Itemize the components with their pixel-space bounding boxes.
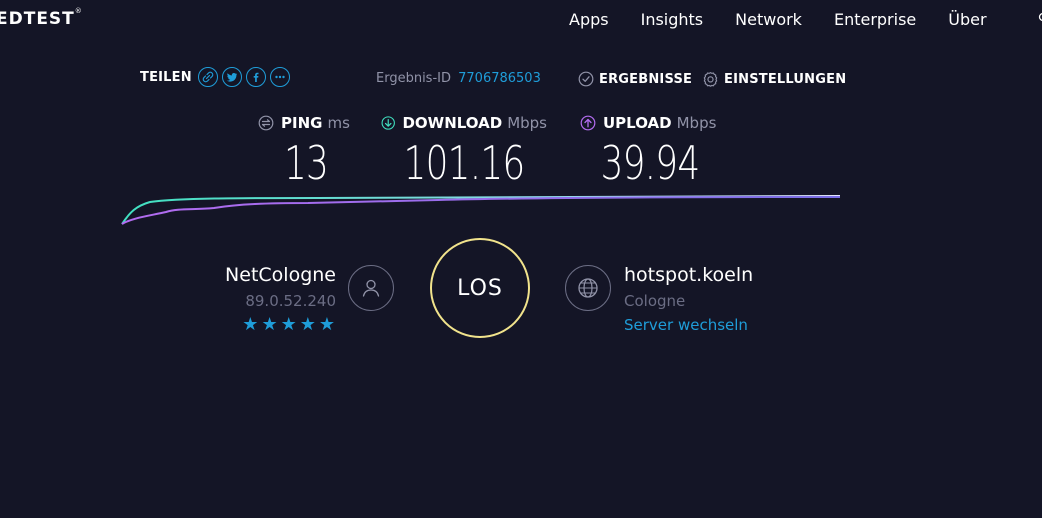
isp-info: NetCologne 89.0.52.240 ★ ★ ★ ★ ★: [225, 264, 336, 335]
star-icon[interactable]: ★: [261, 314, 278, 335]
result-id-value[interactable]: 7706786503: [458, 71, 541, 86]
twitter-icon[interactable]: [221, 67, 242, 87]
upload-unit: Mbps: [676, 114, 717, 132]
ping-icon: [258, 115, 274, 131]
more-icon[interactable]: [269, 67, 290, 87]
isp-name: NetCologne: [225, 264, 336, 286]
download-label: DOWNLOAD: [402, 114, 503, 132]
facebook-icon[interactable]: [245, 67, 266, 87]
rating-stars: ★ ★ ★ ★ ★: [225, 314, 336, 335]
upload-line: [121, 196, 841, 225]
upload-icon: [580, 115, 596, 131]
isp-ip: 89.0.52.240: [245, 292, 336, 310]
settings-link[interactable]: EINSTELLUNGEN: [702, 71, 846, 88]
speed-graph: [121, 195, 841, 225]
upload-label: UPLOAD: [603, 114, 672, 132]
ping-metric: PING ms 13: [258, 114, 354, 186]
upload-value: 39.94: [600, 136, 701, 190]
server-circle: [565, 265, 611, 311]
share-row: TEILEN: [140, 67, 294, 87]
isp-circle: [348, 265, 394, 311]
server-city: Cologne: [624, 292, 686, 310]
upload-metric: UPLOAD Mbps 39.94: [580, 114, 720, 186]
result-id-label: Ergebnis-ID: [376, 71, 451, 86]
nav-insights[interactable]: Insights: [641, 10, 704, 29]
check-circle-icon: [578, 71, 594, 87]
ping-unit: ms: [327, 114, 350, 132]
gear-icon: [703, 72, 718, 87]
star-icon[interactable]: ★: [242, 314, 259, 335]
user-icon: [362, 279, 380, 297]
server-info: hotspot.koeln Cologne Server wechseln: [624, 264, 753, 334]
download-icon: [381, 116, 395, 130]
star-icon[interactable]: ★: [281, 314, 298, 335]
link-icon[interactable]: [197, 67, 218, 87]
settings-label: EINSTELLUNGEN: [724, 72, 847, 87]
speedtest-page: EDTEST® Apps Insights Network Enterprise…: [0, 0, 1042, 518]
logo-text: EDTEST: [0, 9, 75, 29]
ping-label: PING: [281, 114, 323, 132]
download-value: 101.16: [403, 136, 526, 190]
results-link[interactable]: ERGEBNISSE: [578, 71, 692, 87]
globe-icon: [578, 278, 598, 298]
download-metric: DOWNLOAD Mbps 101.16: [381, 114, 547, 186]
download-unit: Mbps: [507, 114, 547, 132]
download-line: [121, 195, 841, 225]
main-nav: Apps Insights Network Enterprise Über: [569, 10, 987, 29]
share-label: TEILEN: [140, 69, 192, 85]
server-name: hotspot.koeln: [624, 264, 754, 286]
ping-value: 13: [283, 136, 329, 190]
user-menu-icon[interactable]: [1036, 12, 1042, 26]
go-button[interactable]: LOS: [430, 238, 530, 338]
nav-network[interactable]: Network: [735, 10, 802, 29]
star-icon[interactable]: ★: [300, 314, 317, 335]
change-server-link[interactable]: Server wechseln: [624, 316, 753, 334]
logo[interactable]: EDTEST®: [0, 7, 83, 29]
result-id: Ergebnis-ID 7706786503: [376, 71, 541, 86]
logo-mark: ®: [74, 7, 83, 15]
nav-enterprise[interactable]: Enterprise: [834, 10, 916, 29]
nav-about[interactable]: Über: [948, 10, 986, 29]
results-label: ERGEBNISSE: [599, 71, 693, 87]
nav-apps[interactable]: Apps: [569, 10, 609, 29]
star-icon[interactable]: ★: [319, 314, 336, 335]
